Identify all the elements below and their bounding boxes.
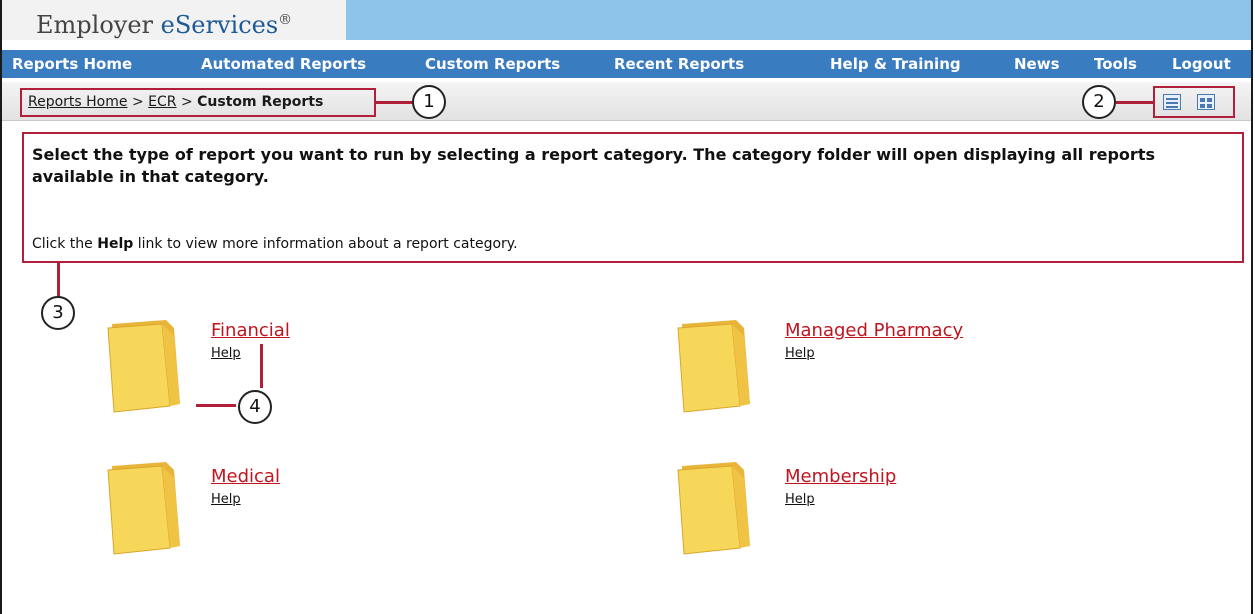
callout-3-line [57,263,60,297]
callout-2-line [1116,101,1154,104]
callout-4: 4 [238,390,272,424]
view-toggle-group [1153,86,1235,118]
callout-3: 3 [41,296,75,330]
nav-custom-reports[interactable]: Custom Reports [425,50,560,78]
grid-view-icon[interactable] [1197,94,1215,110]
instructions-help-text: Click the Help link to view more informa… [32,236,518,252]
callout-1: 1 [412,85,446,119]
folder-icon[interactable] [104,460,184,555]
breadcrumb-separator: > [131,94,144,110]
breadcrumb-separator: > [180,94,193,110]
nav-help-training[interactable]: Help & Training [830,50,961,78]
folder-icon[interactable] [674,318,754,413]
callout-2: 2 [1082,85,1116,119]
callout-1-line [376,101,414,104]
help-bold: Help [97,236,134,252]
list-view-icon[interactable] [1163,94,1181,110]
nav-news[interactable]: News [1014,50,1060,78]
category-financial-link[interactable]: Financial [211,320,290,341]
folder-icon[interactable] [104,318,184,413]
instructions-text: Select the type of report you want to ru… [32,145,1155,186]
help-suffix: link to view more information about a re… [133,236,518,252]
folder-icon[interactable] [674,460,754,555]
help-prefix: Click the [32,236,98,252]
instructions-panel: Select the type of report you want to ru… [22,132,1244,263]
nav-automated-reports[interactable]: Automated Reports [201,50,366,78]
breadcrumb-current: Custom Reports [197,94,324,110]
logo-registered-mark: ® [278,12,293,28]
app-logo[interactable]: Employer eServices® [2,0,346,40]
callout-4-line-vertical [260,344,263,388]
logo-text-eservices: eServices [160,11,279,39]
main-nav: Reports Home Automated Reports Custom Re… [2,50,1251,78]
breadcrumb-ecr[interactable]: ECR [148,94,176,110]
category-financial-help-link[interactable]: Help [211,346,241,361]
callout-4-line-horizontal [196,404,236,407]
category-managed-pharmacy-help-link[interactable]: Help [785,346,815,361]
nav-tools[interactable]: Tools [1094,50,1137,78]
nav-recent-reports[interactable]: Recent Reports [614,50,744,78]
category-managed-pharmacy-link[interactable]: Managed Pharmacy [785,320,963,341]
logo-text-employer: Employer [36,11,161,39]
category-membership-help-link[interactable]: Help [785,492,815,507]
nav-reports-home[interactable]: Reports Home [12,50,132,78]
nav-logout[interactable]: Logout [1172,50,1231,78]
category-membership-link[interactable]: Membership [785,466,896,487]
title-band: Employer eServices® [2,0,1251,40]
breadcrumb: Reports Home > ECR > Custom Reports [20,88,376,117]
category-medical-help-link[interactable]: Help [211,492,241,507]
category-medical-link[interactable]: Medical [211,466,280,487]
breadcrumb-reports-home[interactable]: Reports Home [28,94,128,110]
